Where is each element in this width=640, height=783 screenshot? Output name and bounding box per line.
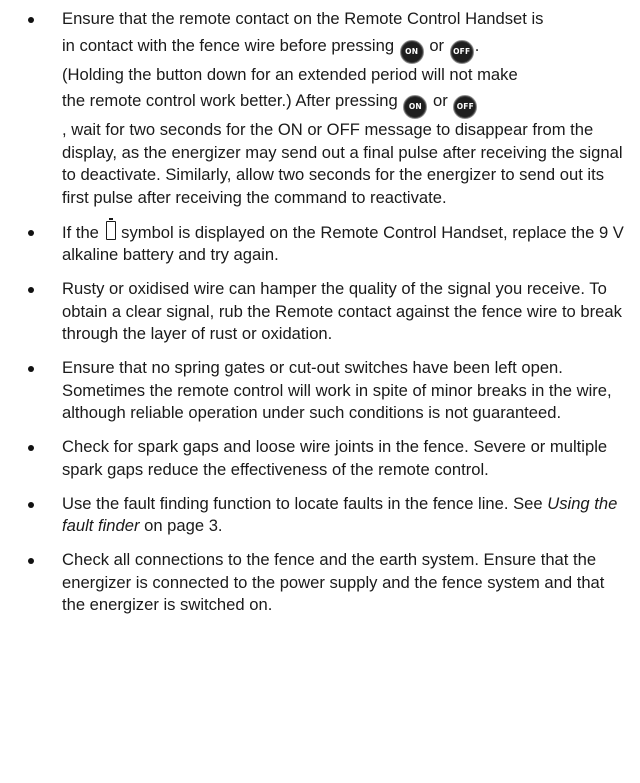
on-button-icon: ON bbox=[403, 95, 428, 119]
bullet-icon bbox=[28, 501, 34, 508]
period-text: . bbox=[474, 35, 480, 55]
item-1-line-2-text: in contact with the fence wire before pr… bbox=[62, 35, 395, 55]
item-text: Ensure that the remote contact on the Re… bbox=[62, 8, 628, 209]
list-item: If the symbol is displayed on the Remote… bbox=[0, 217, 640, 267]
or-text: or bbox=[432, 91, 448, 110]
list-item: Check for spark gaps and loose wire join… bbox=[0, 436, 640, 481]
item-1-rest: , wait for two seconds for the ON or OFF… bbox=[62, 120, 623, 207]
item-2-before: If the bbox=[62, 222, 99, 242]
list-item: Use the fault finding function to locate… bbox=[0, 493, 640, 538]
item-1-line-2: in contact with the fence wire before pr… bbox=[62, 31, 628, 64]
on-button-icon: ON bbox=[399, 39, 424, 64]
troubleshooting-page: Ensure that the remote contact on the Re… bbox=[0, 0, 640, 783]
item-text: Check all connections to the fence and t… bbox=[62, 550, 605, 614]
item-text: Use the fault finding function to locate… bbox=[62, 493, 628, 538]
item-text: Rusty or oxidised wire can hamper the qu… bbox=[62, 279, 622, 343]
list-item: Check all connections to the fence and t… bbox=[0, 549, 640, 617]
item-1-line-3: (Holding the button down for an extended… bbox=[62, 64, 518, 84]
bullet-icon bbox=[28, 229, 34, 236]
off-button-icon: OFF bbox=[453, 95, 478, 119]
battery-low-icon bbox=[105, 217, 116, 240]
item-text: If the symbol is displayed on the Remote… bbox=[62, 217, 628, 267]
troubleshooting-list: Ensure that the remote contact on the Re… bbox=[0, 8, 640, 617]
item-6-before: Use the fault finding function to locate… bbox=[62, 493, 543, 513]
list-item: Ensure that no spring gates or cut-out s… bbox=[0, 357, 640, 425]
list-item: Ensure that the remote contact on the Re… bbox=[0, 8, 640, 209]
item-text: Ensure that no spring gates or cut-out s… bbox=[62, 358, 612, 422]
bullet-icon bbox=[28, 366, 34, 372]
list-item: Rusty or oxidised wire can hamper the qu… bbox=[0, 278, 640, 346]
off-button-icon: OFF bbox=[449, 39, 474, 64]
item-6-after: on page 3. bbox=[144, 516, 223, 535]
item-1-line-4-text: the remote control work better.) After p… bbox=[62, 91, 398, 110]
item-1-line-1: Ensure that the remote contact on the Re… bbox=[62, 9, 544, 28]
item-1-line-4: the remote control work better.) After p… bbox=[62, 86, 628, 119]
item-text: Check for spark gaps and loose wire join… bbox=[62, 437, 608, 479]
bullet-icon bbox=[28, 558, 34, 564]
item-2-after: symbol is displayed on the Remote Contro… bbox=[62, 222, 624, 265]
or-text: or bbox=[429, 35, 445, 55]
bullet-icon bbox=[28, 287, 34, 293]
bullet-icon bbox=[28, 17, 34, 23]
bullet-icon bbox=[28, 445, 34, 451]
